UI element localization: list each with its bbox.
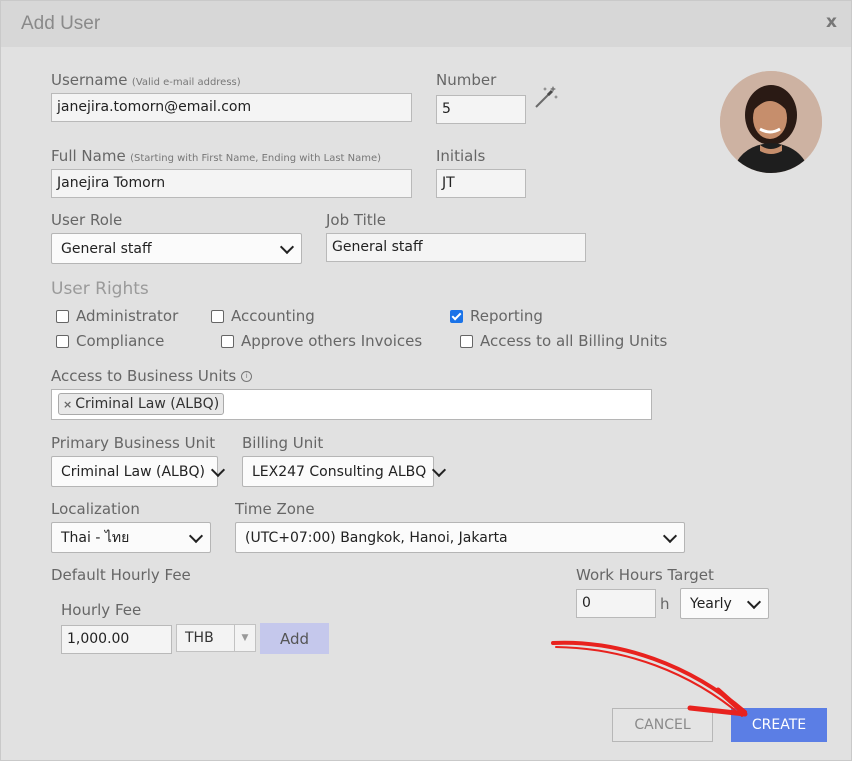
business-units-label-row: Access to Business Units i <box>51 367 253 385</box>
checkbox-label: Administrator <box>76 307 179 325</box>
primary-bu-value: Criminal Law (ALBQ) <box>61 463 205 480</box>
job-title-field[interactable]: General staff <box>326 233 586 262</box>
dialog-titlebar: Add User x <box>1 1 851 47</box>
full-name-field[interactable]: Janejira Tomorn <box>51 169 412 198</box>
dialog-title: Add User <box>21 13 101 34</box>
checkbox-label: Approve others Invoices <box>241 332 423 350</box>
cancel-button[interactable]: CANCEL <box>612 708 713 742</box>
billing-unit-label: Billing Unit <box>242 434 324 452</box>
checkbox-label: Accounting <box>231 307 315 325</box>
username-label: Username <box>51 71 128 89</box>
primary-bu-select[interactable]: Criminal Law (ALBQ) <box>51 456 226 487</box>
user-rights-heading: User Rights <box>51 279 149 299</box>
currency-value: THB <box>185 630 214 646</box>
localization-value: Thai - ไทย <box>61 529 130 546</box>
checkbox-box <box>56 334 69 348</box>
period-value: Yearly <box>690 595 732 612</box>
add-fee-button[interactable]: Add <box>260 623 329 654</box>
chevron-down-icon <box>746 594 762 609</box>
tag-label: Criminal Law (ALBQ) <box>75 396 220 412</box>
caret-down-icon: ▼ <box>234 625 255 651</box>
user-role-value: General staff <box>61 240 152 257</box>
full-name-label-row: Full Name (Starting with First Name, End… <box>51 147 381 165</box>
remove-tag-icon[interactable]: × <box>63 398 72 411</box>
job-title-label: Job Title <box>326 211 387 229</box>
checkbox-approve-others-invoices[interactable]: Approve others Invoices <box>221 332 422 350</box>
checkbox-box <box>211 309 224 323</box>
checkbox-box-checked <box>450 309 463 323</box>
business-units-multiselect[interactable]: × Criminal Law (ALBQ) <box>51 389 652 420</box>
localization-label: Localization <box>51 500 140 518</box>
work-hours-label: Work Hours Target <box>576 566 714 584</box>
work-hours-period-select[interactable]: Yearly <box>680 588 769 619</box>
full-name-label: Full Name <box>51 147 126 165</box>
checkbox-administrator[interactable]: Administrator <box>56 307 178 325</box>
full-name-hint: (Starting with First Name, Ending with L… <box>130 153 382 164</box>
primary-bu-label: Primary Business Unit <box>51 434 216 452</box>
username-label-row: Username (Valid e-mail address) <box>51 71 241 89</box>
checkbox-box <box>460 334 473 348</box>
work-hours-unit: h <box>660 595 670 613</box>
billing-unit-select[interactable]: LEX247 Consulting ALBQ <box>242 456 447 487</box>
work-hours-field[interactable]: 0 <box>576 589 656 618</box>
checkbox-label: Access to all Billing Units <box>480 332 668 350</box>
close-icon[interactable]: x <box>826 12 837 32</box>
create-button[interactable]: CREATE <box>731 708 827 742</box>
number-field[interactable]: 5 <box>436 95 526 124</box>
chevron-down-icon <box>210 462 226 477</box>
time-zone-value: (UTC+07:00) Bangkok, Hanoi, Jakarta <box>245 529 508 546</box>
initials-field[interactable]: JT <box>436 169 526 198</box>
username-hint: (Valid e-mail address) <box>131 77 241 88</box>
hourly-fee-label: Hourly Fee <box>61 601 142 619</box>
number-label: Number <box>436 71 497 89</box>
username-field[interactable]: janejira.tomorn@email.com <box>51 93 412 122</box>
default-hourly-fee-heading: Default Hourly Fee <box>51 566 191 584</box>
localization-select[interactable]: Thai - ไทย <box>51 522 211 553</box>
checkbox-box <box>56 309 69 323</box>
time-zone-select[interactable]: (UTC+07:00) Bangkok, Hanoi, Jakarta <box>235 522 685 553</box>
add-user-dialog: Add User x Username (Valid e-mail addres… <box>0 0 852 761</box>
checkbox-accounting[interactable]: Accounting <box>211 307 315 325</box>
checkbox-box <box>221 334 234 348</box>
hourly-fee-field[interactable]: 1,000.00 <box>61 625 172 654</box>
chevron-down-icon <box>188 528 204 543</box>
avatar[interactable] <box>720 71 822 173</box>
checkbox-compliance[interactable]: Compliance <box>56 332 164 350</box>
user-role-label: User Role <box>51 211 123 229</box>
business-units-label: Access to Business Units <box>51 367 237 385</box>
initials-label: Initials <box>436 147 486 165</box>
info-icon[interactable]: i <box>241 370 253 382</box>
chevron-down-icon <box>279 239 295 254</box>
user-role-select[interactable]: General staff <box>51 233 302 264</box>
checkbox-reporting[interactable]: Reporting <box>450 307 543 325</box>
checkbox-label: Reporting <box>470 307 543 325</box>
magic-wand-icon[interactable] <box>533 84 559 110</box>
checkbox-access-all-billing-units[interactable]: Access to all Billing Units <box>460 332 667 350</box>
billing-unit-value: LEX247 Consulting ALBQ <box>252 463 427 480</box>
time-zone-label: Time Zone <box>235 500 315 518</box>
chevron-down-icon <box>662 528 678 543</box>
checkbox-label: Compliance <box>76 332 165 350</box>
chevron-down-icon <box>432 462 447 477</box>
business-unit-tag: × Criminal Law (ALBQ) <box>58 393 225 415</box>
currency-select[interactable]: THB ▼ <box>176 624 256 652</box>
